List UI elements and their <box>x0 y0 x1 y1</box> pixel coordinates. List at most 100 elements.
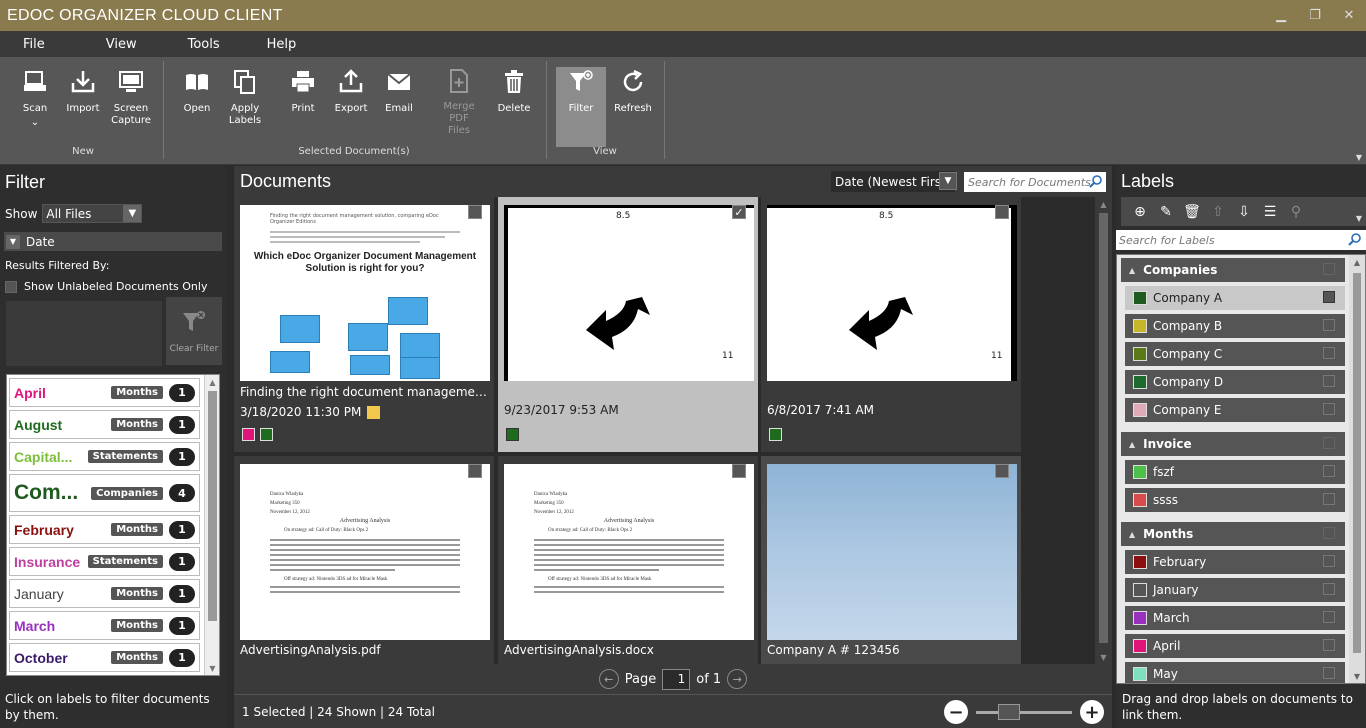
label-group-header[interactable]: ▲ Companies <box>1121 258 1345 282</box>
label-item[interactable]: Company C <box>1125 342 1345 366</box>
cloud-item[interactable]: October Months 1 <box>9 643 200 672</box>
import-button[interactable]: Import <box>58 67 108 137</box>
document-checkbox[interactable] <box>995 464 1009 478</box>
close-button[interactable]: ✕ <box>1332 0 1366 31</box>
label-item-checkbox[interactable] <box>1323 319 1335 331</box>
label-group-checkbox[interactable] <box>1323 263 1335 275</box>
zoom-out-button[interactable]: − <box>944 700 968 724</box>
label-item-checkbox[interactable] <box>1323 611 1335 623</box>
minimize-button[interactable]: ▁ <box>1264 0 1298 31</box>
refresh-button[interactable]: Refresh <box>608 67 658 137</box>
edit-label-icon[interactable]: ✎ <box>1155 201 1177 223</box>
label-item-checkbox[interactable] <box>1323 555 1335 567</box>
menu-tools[interactable]: Tools <box>160 37 243 52</box>
label-item-checkbox[interactable] <box>1323 465 1335 477</box>
sort-select[interactable]: Date (Newest First) <box>831 171 955 192</box>
cloud-item[interactable]: February Months 1 <box>9 515 200 544</box>
document-checkbox[interactable] <box>732 464 746 478</box>
unlabeled-toggle[interactable]: Show Unlabeled Documents Only <box>5 280 207 293</box>
label-item-checkbox[interactable] <box>1323 347 1335 359</box>
label-group-checkbox[interactable] <box>1323 527 1335 539</box>
document-checkbox[interactable] <box>468 205 482 219</box>
open-button[interactable]: Open <box>172 67 222 137</box>
label-item-checkbox[interactable] <box>1323 291 1335 303</box>
menu-help[interactable]: Help <box>243 37 320 52</box>
label-item[interactable]: Company B <box>1125 314 1345 338</box>
zoom-slider-thumb[interactable] <box>998 703 1020 720</box>
toolbar-overflow-icon[interactable]: ▼ <box>1356 214 1362 223</box>
label-item[interactable]: April <box>1125 634 1345 658</box>
label-item-checkbox[interactable] <box>1323 667 1335 679</box>
cloud-item[interactable]: Insurance Statements 1 <box>9 547 200 576</box>
label-item-checkbox[interactable] <box>1323 403 1335 415</box>
merge-pdf-button[interactable]: Merge PDF Files <box>434 67 484 137</box>
document-checkbox[interactable]: ✓ <box>732 205 746 219</box>
label-item[interactable]: February <box>1125 550 1345 574</box>
scroll-thumb[interactable] <box>1353 273 1361 653</box>
label-item[interactable]: Company A <box>1125 286 1345 310</box>
cloud-item[interactable]: August Months 1 <box>9 410 200 439</box>
unlabeled-checkbox[interactable] <box>5 280 17 293</box>
restore-button[interactable]: ❐ <box>1298 0 1332 31</box>
label-item[interactable]: fszf <box>1125 460 1345 484</box>
scroll-down-icon[interactable]: ▼ <box>1095 650 1112 664</box>
export-button[interactable]: Export <box>326 67 376 137</box>
label-group-header[interactable]: ▲ Invoice <box>1121 432 1345 456</box>
document-card[interactable]: Danica Wladyka Marketing 350 November 12… <box>234 456 494 666</box>
label-item[interactable]: January <box>1125 578 1345 602</box>
scroll-up-icon[interactable]: ▲ <box>1349 255 1365 269</box>
delete-label-icon[interactable]: 🗑 <box>1181 201 1203 223</box>
label-item[interactable]: March <box>1125 606 1345 630</box>
search-documents-input[interactable]: Search for Documents <box>964 172 1106 192</box>
prev-page-button[interactable]: ← <box>598 669 619 689</box>
document-checkbox[interactable] <box>995 205 1009 219</box>
apply-labels-button[interactable]: Apply Labels <box>220 67 270 137</box>
next-page-button[interactable]: → <box>727 669 748 689</box>
cloud-item[interactable]: Capital... Statements 1 <box>9 442 200 471</box>
move-up-icon[interactable]: ⇧ <box>1207 201 1229 223</box>
delete-button[interactable]: Delete <box>489 67 539 137</box>
document-card[interactable]: 8.5 11 ✓ 9/23/2017 9:53 AM <box>498 197 758 452</box>
document-checkbox[interactable] <box>468 464 482 478</box>
label-item[interactable]: ssss <box>1125 488 1345 512</box>
cloud-item[interactable]: January Months 1 <box>9 579 200 608</box>
zoom-slider[interactable] <box>976 703 1072 720</box>
print-button[interactable]: Print <box>278 67 328 137</box>
document-card[interactable]: Company A # 123456 <box>761 456 1021 666</box>
cloud-item[interactable]: Com... Companies 4 <box>9 474 200 512</box>
cloud-item[interactable]: March Months 1 <box>9 611 200 640</box>
label-item[interactable]: Company D <box>1125 370 1345 394</box>
cloud-item[interactable]: April Months 1 <box>9 378 200 407</box>
scroll-up-icon[interactable]: ▲ <box>1095 197 1112 211</box>
page-number-input[interactable]: 1 <box>662 668 691 690</box>
document-card[interactable]: Finding the right document management so… <box>234 197 494 452</box>
chevron-down-icon[interactable]: ▼ <box>939 172 957 190</box>
label-item-checkbox[interactable] <box>1323 583 1335 595</box>
label-item[interactable]: May <box>1125 662 1345 683</box>
add-label-icon[interactable]: ⊕ <box>1129 201 1151 223</box>
search-labels-input[interactable]: Search for Labels <box>1116 230 1366 250</box>
filter-settings-icon[interactable]: ⚲ <box>1285 201 1307 223</box>
label-group-checkbox[interactable] <box>1323 437 1335 449</box>
scroll-down-icon[interactable]: ▼ <box>1349 669 1365 683</box>
move-down-icon[interactable]: ⇩ <box>1233 201 1255 223</box>
document-card[interactable]: Danica Wladyka Marketing 350 November 12… <box>498 456 758 666</box>
scroll-thumb[interactable] <box>1099 213 1108 643</box>
label-item[interactable]: Company E <box>1125 398 1345 422</box>
scroll-thumb[interactable] <box>208 391 217 621</box>
scan-button[interactable]: Scan ⌄ <box>10 67 60 137</box>
sort-labels-icon[interactable]: ☰ <box>1259 201 1281 223</box>
note-icon[interactable] <box>367 405 381 419</box>
label-item-checkbox[interactable] <box>1323 639 1335 651</box>
documents-scrollbar[interactable]: ▲ ▼ <box>1095 197 1112 664</box>
menu-file[interactable]: File <box>0 37 68 52</box>
label-group-header[interactable]: ▲ Months <box>1121 522 1345 546</box>
document-card[interactable]: 8.5 11 6/8/2017 7:41 AM <box>761 197 1021 452</box>
label-item-checkbox[interactable] <box>1323 493 1335 505</box>
screen-capture-button[interactable]: Screen Capture <box>106 67 156 137</box>
ribbon-collapse-icon[interactable]: ▼ <box>1356 153 1362 162</box>
scroll-down-icon[interactable]: ▼ <box>205 661 219 675</box>
filter-button[interactable]: Filter <box>556 67 606 147</box>
zoom-in-button[interactable]: + <box>1080 700 1104 724</box>
menu-view[interactable]: View <box>68 37 160 52</box>
